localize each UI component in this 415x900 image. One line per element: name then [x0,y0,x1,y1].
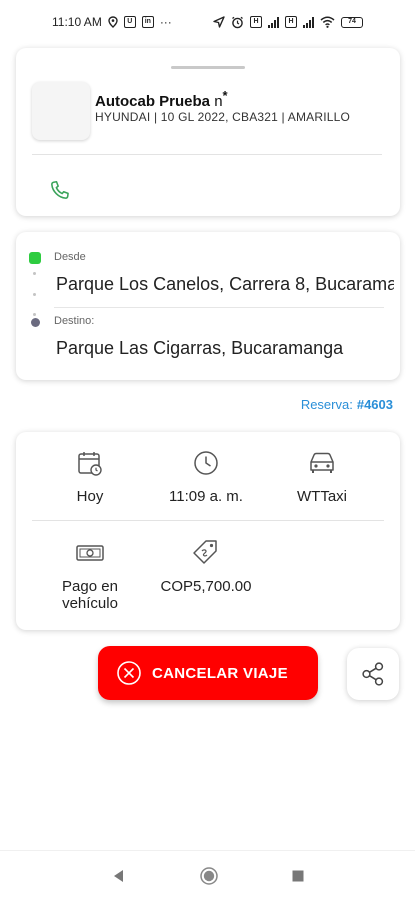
wifi-icon [320,16,335,28]
cancel-trip-button[interactable]: CANCELAR VIAJE [98,646,318,700]
cash-icon [76,545,104,561]
price-tag-icon [193,540,217,564]
pickup-address: Parque Los Canelos, Carrera 8, Bucaraman… [56,274,394,294]
call-driver-button[interactable] [46,176,74,204]
status-bar-left: 11:10 AM U in ··· [52,15,172,29]
back-icon[interactable] [111,868,127,884]
detail-time: 11:09 a. m. [156,448,256,505]
destination-address: Parque Las Cigarras, Bucaramanga [56,338,344,358]
share-icon [362,662,384,686]
vehicle-info: HYUNDAI | 10 GL 2022, CBA321 | AMARILLO [95,110,351,124]
pickup-label: Desde [54,251,86,263]
cancel-trip-label: CANCELAR VIAJE [152,664,288,682]
navigation-arrow-icon [213,16,225,28]
trip-details-card: Hoy 11:09 a. m. WTTaxi Pago en vehículo … [16,432,400,630]
route-connector [33,272,37,316]
phone-icon [51,180,69,199]
clock-icon [194,451,218,475]
driver-name-suffix: n [214,93,223,110]
more-notifications-icon: ··· [159,15,172,29]
reservation-label: Reserva: [300,397,353,412]
divider [32,154,382,155]
cancel-x-circle-icon [117,661,141,685]
detail-payment: Pago en vehículo [40,538,140,612]
calendar-icon [78,452,102,476]
driver-avatar [32,82,90,140]
status-bar-right: H H 74 [213,16,363,29]
notification-app-icon: U [123,16,136,28]
driver-name-mark: * [222,88,228,103]
reservation-number: #4603 [356,397,393,412]
detail-date-value: Hoy [76,488,104,505]
route-card: Desde Parque Los Canelos, Carrera 8, Buc… [16,232,400,380]
detail-payment-value: Pago en vehículo [62,578,118,612]
detail-price: COP5,700.00 [156,538,256,595]
signal-strength-2-icon [303,16,314,28]
reservation-info: Reserva: #4603 [301,397,393,412]
detail-price-value: COP5,700.00 [160,578,252,595]
pickup-marker-icon [29,252,41,264]
driver-card: Autocab Prueba n* HYUNDAI | 10 GL 2022, … [16,48,400,216]
drag-handle[interactable] [171,66,245,69]
destination-label: Destino: [54,315,95,327]
notification-app2-icon: in [141,16,154,28]
status-bar: 11:10 AM U in ··· H H 74 [0,0,415,44]
detail-service-value: WTTaxi [297,488,347,505]
divider [32,520,384,521]
detail-time-value: 11:09 a. m. [169,488,243,505]
alarm-clock-icon [231,16,244,29]
detail-date: Hoy [40,448,140,505]
destination-marker-icon [31,318,40,327]
driver-name: Autocab Prueba n* [95,88,228,110]
battery-icon: 74 [341,16,363,28]
status-time: 11:10 AM [52,15,102,29]
signal-strength-icon [268,16,279,28]
system-navigation-bar [0,850,415,900]
car-icon [310,452,334,473]
driver-name-text: Autocab Prueba [95,93,211,110]
divider [54,307,384,308]
sim2-icon: H [285,16,297,28]
recent-apps-icon[interactable] [291,869,305,883]
sim1-icon: H [250,16,262,28]
detail-service: WTTaxi [272,448,372,505]
home-icon[interactable] [199,866,219,886]
location-pin-icon [108,16,118,28]
share-button[interactable] [347,648,399,700]
